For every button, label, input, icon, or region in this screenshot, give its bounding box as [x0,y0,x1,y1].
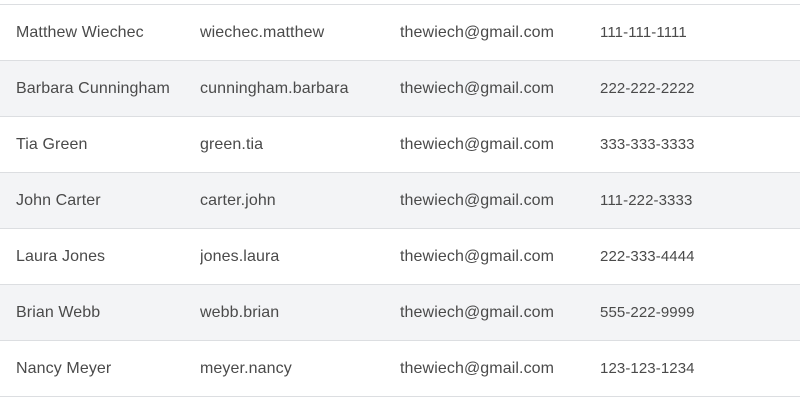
contact-email-cell: thewiech@gmail.com [400,247,555,265]
contact-username-cell: wiechec.matthew [200,23,325,41]
contact-phone-cell: 555-222-9999 [600,304,695,321]
table-row[interactable]: Barbara Cunningham cunningham.barbara th… [0,61,800,117]
contact-phone-cell: 111-222-3333 [600,192,693,209]
contact-username-cell: webb.brian [200,303,280,321]
contact-name-cell: Laura Jones [16,247,106,265]
contact-username-cell: carter.john [200,191,276,209]
table-row[interactable]: Matthew Wiechec wiechec.matthew thewiech… [0,5,800,61]
contact-email-cell: thewiech@gmail.com [400,303,555,321]
table-row[interactable]: Brian Webb webb.brian thewiech@gmail.com… [0,285,800,341]
contact-name-cell: Brian Webb [16,303,101,321]
contact-name-cell: Tia Green [16,135,88,153]
contact-phone-cell: 333-333-3333 [600,136,695,153]
contact-phone-cell: 111-111-1111 [600,24,687,41]
contact-name-cell: Nancy Meyer [16,359,112,377]
table-row[interactable]: John Carter carter.john thewiech@gmail.c… [0,173,800,229]
table-row[interactable]: Laura Jones jones.laura thewiech@gmail.c… [0,229,800,285]
table-row[interactable]: Tia Green green.tia thewiech@gmail.com 3… [0,117,800,173]
contacts-table: Matthew Wiechec wiechec.matthew thewiech… [0,4,800,397]
contact-username-cell: meyer.nancy [200,359,292,377]
contact-phone-cell: 123-123-1234 [600,360,695,377]
contact-email-cell: thewiech@gmail.com [400,359,555,377]
contact-email-cell: thewiech@gmail.com [400,191,555,209]
contact-phone-cell: 222-333-4444 [600,248,695,265]
contact-email-cell: thewiech@gmail.com [400,135,555,153]
contact-username-cell: jones.laura [200,247,280,265]
contact-name-cell: Barbara Cunningham [16,79,170,97]
contact-email-cell: thewiech@gmail.com [400,79,555,97]
contact-name-cell: Matthew Wiechec [16,23,144,41]
contact-username-cell: cunningham.barbara [200,79,349,97]
contact-username-cell: green.tia [200,135,264,153]
contact-phone-cell: 222-222-2222 [600,80,695,97]
contact-name-cell: John Carter [16,191,101,209]
table-row[interactable]: Nancy Meyer meyer.nancy thewiech@gmail.c… [0,341,800,397]
contact-email-cell: thewiech@gmail.com [400,23,555,41]
